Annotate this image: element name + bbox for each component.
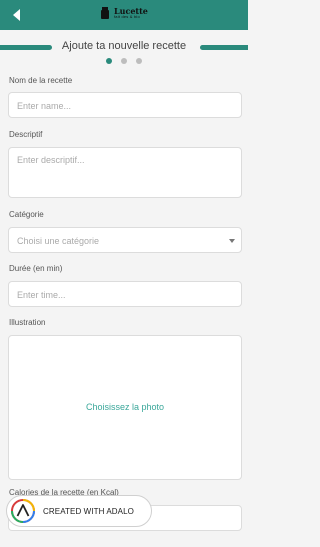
duration-placeholder: Enter time... — [17, 290, 66, 300]
jar-icon — [101, 7, 109, 19]
logo-tagline: fait des & bio — [114, 14, 140, 19]
choose-photo-link[interactable]: Choisissez la photo — [9, 402, 241, 412]
accent-bar-right — [200, 45, 248, 50]
illustration-label: Illustration — [9, 318, 46, 327]
step-dot-2[interactable] — [121, 58, 127, 64]
photo-picker[interactable]: Choisissez la photo — [8, 335, 242, 480]
description-placeholder: Enter descriptif... — [17, 155, 85, 165]
chevron-down-icon — [229, 239, 235, 243]
step-indicator — [0, 58, 248, 64]
duration-label: Durée (en min) — [9, 264, 63, 273]
name-placeholder: Enter name... — [17, 101, 72, 111]
adalo-logo-icon — [11, 499, 35, 523]
description-textarea[interactable]: Enter descriptif... — [8, 147, 242, 198]
name-label: Nom de la recette — [9, 76, 73, 85]
step-dot-3[interactable] — [136, 58, 142, 64]
top-bar: Lucette fait des & bio — [0, 0, 248, 30]
category-select[interactable]: Choisi une catégorie — [8, 227, 242, 253]
step-dot-1[interactable] — [106, 58, 112, 64]
app-logo: Lucette fait des & bio — [100, 7, 148, 19]
category-label: Catégorie — [9, 210, 44, 219]
category-placeholder: Choisi une catégorie — [17, 236, 100, 246]
adalo-badge-label: CREATED WITH ADALO — [43, 506, 134, 516]
back-arrow-icon[interactable] — [10, 8, 24, 22]
section-header: Ajoute ta nouvelle recette — [0, 36, 248, 58]
name-input[interactable]: Enter name... — [8, 92, 242, 118]
duration-input[interactable]: Enter time... — [8, 281, 242, 307]
description-label: Descriptif — [9, 130, 43, 139]
adalo-badge[interactable]: CREATED WITH ADALO — [6, 495, 152, 527]
